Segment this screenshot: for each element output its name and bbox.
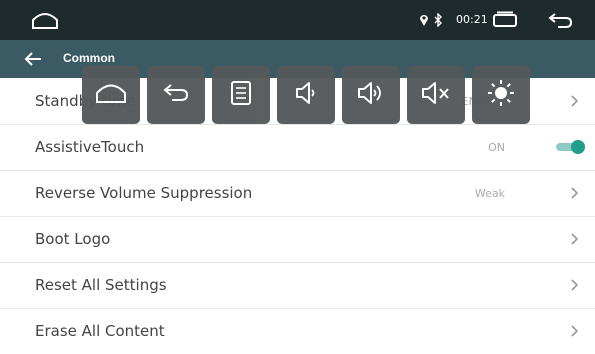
row-reset-all-settings[interactable]: Reset All Settings bbox=[0, 262, 595, 309]
erase-all-content-label: Erase All Content bbox=[35, 322, 165, 340]
reset-all-settings-label: Reset All Settings bbox=[35, 276, 167, 294]
chevron-right-icon bbox=[568, 230, 582, 248]
status-bar: 00:21 bbox=[0, 0, 595, 40]
reverse-volume-value: Weak bbox=[474, 187, 505, 200]
qbar-brightness-button[interactable] bbox=[472, 66, 530, 124]
brightness-icon bbox=[486, 78, 516, 113]
back-arrow-icon[interactable] bbox=[546, 11, 574, 29]
assistive-touch-value: ON bbox=[488, 141, 505, 154]
volume-down-icon bbox=[294, 80, 318, 111]
assistive-touch-toggle[interactable] bbox=[556, 140, 586, 154]
back-icon bbox=[161, 82, 191, 109]
status-time: 00:21 bbox=[456, 13, 488, 26]
qbar-mute-button[interactable] bbox=[407, 66, 465, 124]
assistive-touch-panel bbox=[82, 66, 530, 124]
boot-logo-label: Boot Logo bbox=[35, 230, 111, 248]
location-pin-icon bbox=[419, 13, 429, 27]
page-title: Common bbox=[63, 51, 115, 65]
assistive-touch-label: AssistiveTouch bbox=[35, 138, 145, 156]
qbar-volume-up-button[interactable] bbox=[342, 66, 400, 124]
qbar-back-button[interactable] bbox=[147, 66, 205, 124]
row-erase-all-content[interactable]: Erase All Content bbox=[0, 308, 595, 354]
mute-icon bbox=[420, 80, 452, 111]
qbar-home-button[interactable] bbox=[82, 66, 140, 124]
menu-list-icon bbox=[230, 80, 252, 111]
home-outline-icon[interactable] bbox=[30, 9, 60, 31]
chevron-right-icon bbox=[568, 184, 582, 202]
reverse-volume-label: Reverse Volume Suppression bbox=[35, 184, 253, 202]
chevron-right-icon bbox=[568, 276, 582, 294]
left-arrow-icon[interactable] bbox=[22, 48, 44, 70]
row-boot-logo[interactable]: Boot Logo bbox=[0, 216, 595, 263]
recent-apps-icon[interactable] bbox=[491, 11, 519, 29]
bluetooth-icon bbox=[434, 13, 442, 27]
row-assistive-touch[interactable]: AssistiveTouch ON bbox=[0, 124, 595, 171]
chevron-right-icon bbox=[568, 322, 582, 340]
toggle-knob bbox=[571, 140, 585, 154]
volume-up-icon bbox=[356, 80, 386, 111]
chevron-right-icon bbox=[568, 92, 582, 110]
qbar-menu-button[interactable] bbox=[212, 66, 270, 124]
row-reverse-volume-suppression[interactable]: Reverse Volume Suppression Weak bbox=[0, 170, 595, 217]
home-icon bbox=[94, 81, 128, 110]
qbar-volume-down-button[interactable] bbox=[277, 66, 335, 124]
